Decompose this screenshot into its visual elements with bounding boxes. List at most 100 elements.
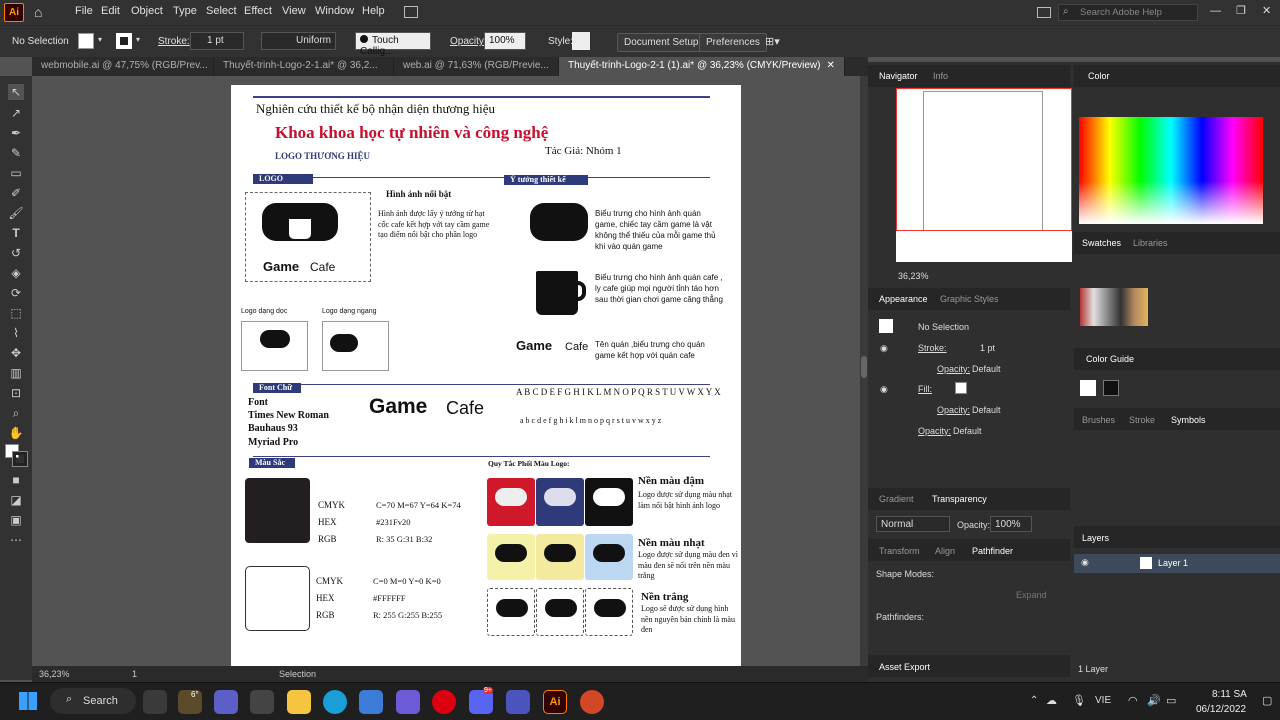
chevron-down-icon[interactable]: ▾ bbox=[136, 35, 140, 44]
tab-appearance[interactable]: Appearance bbox=[879, 294, 928, 304]
discord-icon[interactable]: 9+ bbox=[469, 687, 493, 714]
chevron-down-icon[interactable]: ▾ bbox=[98, 35, 102, 44]
rotate-tool-icon[interactable]: ↺ bbox=[8, 245, 24, 261]
dark-color-swatch[interactable] bbox=[245, 478, 310, 543]
puppet-warp-icon[interactable]: ✥ bbox=[8, 345, 24, 361]
variable-width-profile[interactable]: Uniform bbox=[261, 32, 336, 50]
light-color-swatch[interactable] bbox=[245, 566, 310, 631]
tab-color[interactable]: Color bbox=[1088, 71, 1110, 81]
menu-type[interactable]: Type bbox=[173, 5, 197, 17]
tab-pathfinder[interactable]: Pathfinder bbox=[972, 546, 1013, 556]
direct-selection-icon[interactable]: ↗ bbox=[8, 105, 24, 121]
onedrive-icon[interactable]: ☁ bbox=[1046, 694, 1057, 707]
clock-time[interactable]: 8:11 SA bbox=[1212, 689, 1247, 700]
app-icon[interactable] bbox=[250, 690, 274, 714]
expand-button[interactable]: Expand bbox=[1016, 590, 1047, 600]
vertical-scrollbar[interactable] bbox=[860, 76, 868, 666]
opera-icon[interactable] bbox=[432, 690, 456, 714]
tab-color-guide[interactable]: Color Guide bbox=[1086, 354, 1134, 364]
shaper-tool-icon[interactable]: ✐ bbox=[8, 185, 24, 201]
layer-row[interactable]: ◉ Layer 1 bbox=[1074, 554, 1280, 573]
clock-date[interactable]: 06/12/2022 bbox=[1196, 704, 1246, 715]
swatch-grid[interactable] bbox=[1080, 288, 1148, 326]
warp-tool-icon[interactable]: ⟳ bbox=[8, 285, 24, 301]
tab-transparency[interactable]: Transparency bbox=[932, 494, 987, 504]
close-icon[interactable]: ✕ bbox=[826, 60, 834, 71]
eraser-tool-icon[interactable]: ◈ bbox=[8, 265, 24, 281]
windows-start-icon[interactable] bbox=[19, 692, 37, 710]
artboard-tool-icon[interactable]: ⊡ bbox=[8, 385, 24, 401]
hand-tool-icon[interactable]: ✋ bbox=[8, 425, 24, 441]
tab-thuyet-trinh[interactable]: Thuyết-trinh-Logo-2-1.ai* @ 36,2... bbox=[214, 57, 394, 76]
tab-graphic-styles[interactable]: Graphic Styles bbox=[940, 294, 999, 304]
weather-icon[interactable]: 6° bbox=[178, 690, 202, 714]
appearance-fill-label[interactable]: Fill: bbox=[918, 384, 932, 394]
appearance-stroke-label[interactable]: Stroke: bbox=[918, 343, 947, 353]
mic-icon[interactable]: 🎙 bbox=[1072, 694, 1086, 707]
input-language[interactable]: VIE bbox=[1095, 695, 1111, 706]
arrange-documents-icon[interactable] bbox=[404, 6, 418, 18]
navigator-zoom[interactable]: 36,23% bbox=[898, 271, 929, 281]
battery-icon[interactable]: ▭ bbox=[1166, 694, 1176, 707]
tab-symbols[interactable]: Symbols bbox=[1171, 415, 1206, 425]
graph-tool-icon[interactable]: ▥ bbox=[8, 365, 24, 381]
teams-icon[interactable] bbox=[506, 690, 530, 714]
tab-thuyet-trinh-1[interactable]: Thuyết-trinh-Logo-2-1 (1).ai* @ 36,23% (… bbox=[559, 57, 845, 76]
stroke-label[interactable]: Stroke: bbox=[158, 36, 190, 47]
logo-vertical-frame[interactable] bbox=[241, 321, 308, 371]
color-spectrum[interactable] bbox=[1079, 117, 1263, 224]
document-setup-button[interactable]: Document Setup bbox=[617, 33, 706, 52]
tab-navigator[interactable]: Navigator bbox=[879, 71, 918, 81]
eyedropper-tool-icon[interactable]: ⌇ bbox=[8, 325, 24, 341]
artboard-number[interactable]: 1 bbox=[132, 669, 137, 679]
tab-layers[interactable]: Layers bbox=[1082, 533, 1109, 543]
free-transform-icon[interactable]: ⬚ bbox=[8, 305, 24, 321]
minimize-button[interactable]: — bbox=[1210, 5, 1221, 17]
file-explorer-icon[interactable] bbox=[287, 690, 311, 714]
vscode-icon[interactable] bbox=[396, 690, 420, 714]
edge-icon[interactable] bbox=[323, 690, 347, 714]
illustrator-taskbar-icon[interactable]: Ai bbox=[543, 690, 567, 714]
tab-transform[interactable]: Transform bbox=[879, 546, 920, 556]
taskbar-search[interactable]: ⌕ Search bbox=[50, 688, 136, 714]
tray-chevron-icon[interactable]: ⌃ bbox=[1030, 695, 1038, 706]
curvature-tool-icon[interactable]: ✎ bbox=[8, 145, 24, 161]
stroke-color-icon[interactable] bbox=[12, 451, 28, 467]
menu-view[interactable]: View bbox=[282, 5, 306, 17]
opacity-label[interactable]: Opacity: bbox=[450, 36, 487, 47]
type-tool-icon[interactable]: T bbox=[8, 225, 24, 241]
main-logo-frame[interactable]: Game Cafe bbox=[245, 192, 371, 282]
stroke-weight-field[interactable]: 1 pt bbox=[190, 32, 244, 50]
preferences-button[interactable]: Preferences bbox=[699, 33, 767, 52]
draw-mode-icon[interactable]: ◪ bbox=[8, 492, 24, 508]
notification-icon[interactable]: ▢ bbox=[1262, 694, 1272, 707]
workspace-icon[interactable] bbox=[1037, 7, 1051, 18]
zoom-tool-icon[interactable]: ⌕ bbox=[8, 405, 24, 421]
eye-icon[interactable]: ◉ bbox=[1081, 557, 1089, 568]
tab-align[interactable]: Align bbox=[935, 546, 955, 556]
appearance-fill-opacity-label[interactable]: Opacity: bbox=[937, 405, 970, 415]
tab-info[interactable]: Info bbox=[933, 71, 948, 81]
menu-select[interactable]: Select bbox=[206, 5, 237, 17]
stroke-swatch[interactable] bbox=[116, 33, 132, 49]
menu-object[interactable]: Object bbox=[131, 5, 163, 17]
tab-web[interactable]: web.ai @ 71,63% (RGB/Previe... bbox=[394, 57, 559, 76]
artboard[interactable]: Nghiên cứu thiết kế bộ nhận diện thương … bbox=[231, 85, 741, 666]
menu-file[interactable]: File bbox=[75, 5, 93, 17]
teams-chat-icon[interactable] bbox=[214, 690, 238, 714]
menu-effect[interactable]: Effect bbox=[244, 5, 272, 17]
tab-stroke[interactable]: Stroke bbox=[1129, 415, 1155, 425]
close-button[interactable]: ✕ bbox=[1262, 4, 1271, 17]
tab-webmobile[interactable]: webmobile.ai @ 47,75% (RGB/Prev... bbox=[32, 57, 214, 76]
home-icon[interactable]: ⌂ bbox=[34, 5, 50, 19]
fill-swatch[interactable] bbox=[78, 33, 94, 49]
color-guide-white[interactable] bbox=[1080, 380, 1096, 396]
appearance-opacity-label[interactable]: Opacity: bbox=[937, 364, 970, 374]
pen-tool-icon[interactable]: ✒ bbox=[8, 125, 24, 141]
tab-libraries[interactable]: Libraries bbox=[1133, 238, 1168, 248]
rectangle-tool-icon[interactable]: ▭ bbox=[8, 165, 24, 181]
opacity-field[interactable]: 100% bbox=[484, 32, 526, 50]
search-box[interactable]: ⌕ Search Adobe Help bbox=[1058, 4, 1198, 21]
wifi-icon[interactable]: ◠ bbox=[1128, 694, 1138, 707]
eye-icon[interactable]: ◉ bbox=[880, 343, 888, 354]
